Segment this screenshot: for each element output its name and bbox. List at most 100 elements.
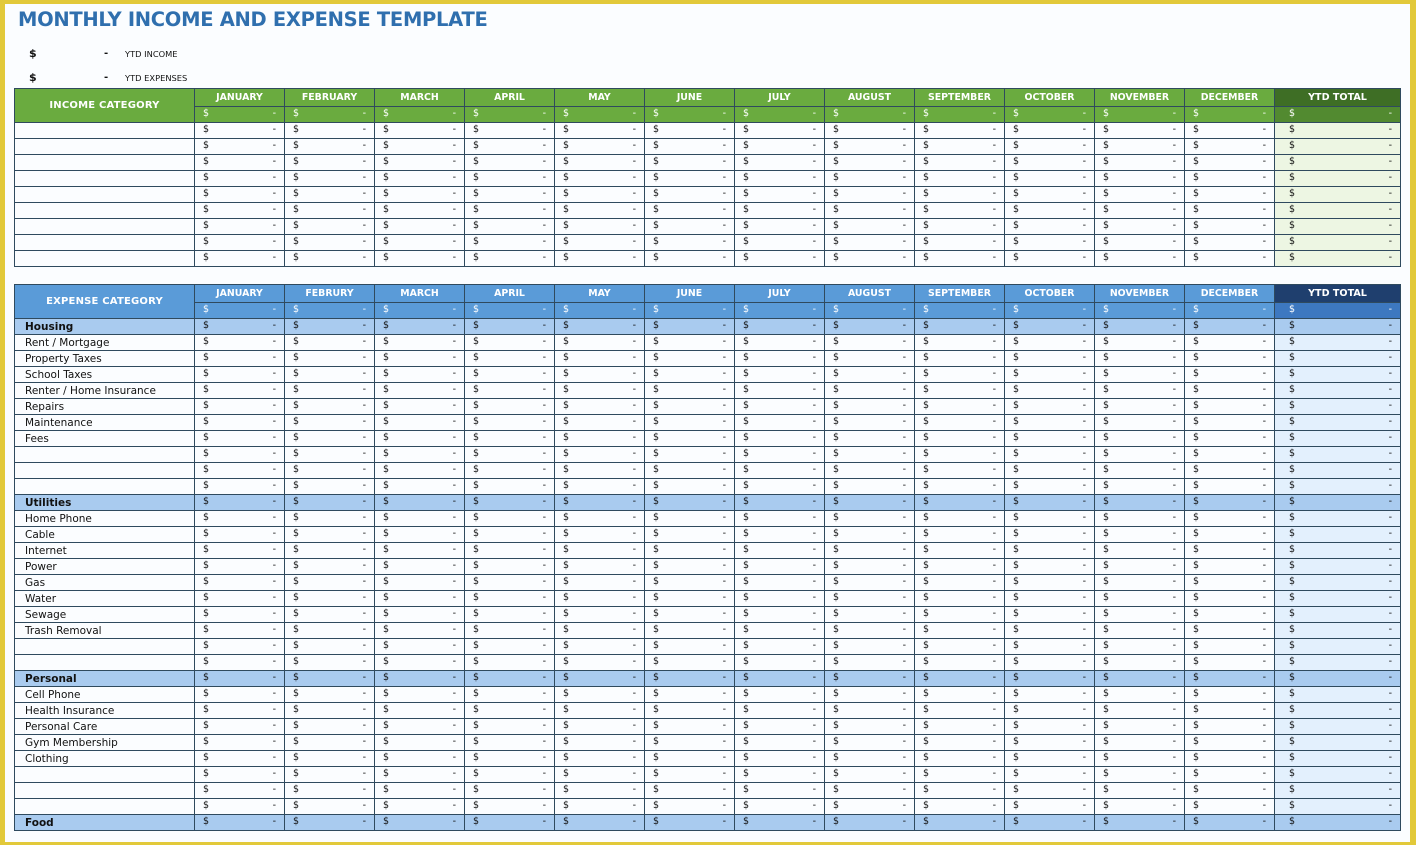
amount-cell[interactable]: $ - (554, 186, 645, 203)
category-label[interactable]: Personal Care (14, 718, 195, 735)
amount-cell[interactable]: $ - (374, 382, 465, 399)
amount-cell[interactable]: $ - (1094, 234, 1185, 251)
ytd-amount-cell[interactable]: $ - (1274, 542, 1401, 559)
amount-cell[interactable]: $ - (1184, 462, 1275, 479)
amount-cell[interactable]: $ - (374, 702, 465, 719)
amount-cell[interactable]: $ - (1004, 154, 1095, 171)
amount-cell[interactable]: $ - (1184, 414, 1275, 431)
amount-cell[interactable]: $ - (644, 766, 735, 783)
amount-cell[interactable]: $ - (824, 398, 915, 415)
amount-cell[interactable]: $ - (284, 250, 375, 267)
month-total-cell[interactable]: $ - (734, 302, 825, 319)
amount-cell[interactable]: $ - (1184, 638, 1275, 655)
amount-cell[interactable]: $ - (824, 122, 915, 139)
category-label[interactable] (14, 654, 195, 671)
amount-cell[interactable]: $ - (194, 414, 285, 431)
amount-cell[interactable]: $ - (284, 670, 375, 687)
amount-cell[interactable]: $ - (824, 186, 915, 203)
amount-cell[interactable]: $ - (914, 478, 1005, 495)
amount-cell[interactable]: $ - (194, 558, 285, 575)
amount-cell[interactable]: $ - (284, 218, 375, 235)
amount-cell[interactable]: $ - (374, 558, 465, 575)
ytd-amount-cell[interactable]: $ - (1274, 750, 1401, 767)
month-total-cell[interactable]: $ - (644, 106, 735, 123)
amount-cell[interactable]: $ - (1184, 398, 1275, 415)
ytd-amount-cell[interactable]: $ - (1274, 686, 1401, 703)
amount-cell[interactable]: $ - (824, 170, 915, 187)
ytd-amount-cell[interactable]: $ - (1274, 382, 1401, 399)
amount-cell[interactable]: $ - (194, 382, 285, 399)
amount-cell[interactable]: $ - (824, 526, 915, 543)
amount-cell[interactable]: $ - (824, 446, 915, 463)
amount-cell[interactable]: $ - (914, 462, 1005, 479)
amount-cell[interactable]: $ - (824, 138, 915, 155)
amount-cell[interactable]: $ - (1094, 334, 1185, 351)
amount-cell[interactable]: $ - (194, 766, 285, 783)
category-label[interactable] (14, 446, 195, 463)
amount-cell[interactable]: $ - (734, 202, 825, 219)
amount-cell[interactable]: $ - (1004, 186, 1095, 203)
amount-cell[interactable]: $ - (1004, 318, 1095, 335)
amount-cell[interactable]: $ - (374, 462, 465, 479)
category-label[interactable] (14, 462, 195, 479)
amount-cell[interactable]: $ - (1004, 654, 1095, 671)
amount-cell[interactable]: $ - (464, 750, 555, 767)
amount-cell[interactable]: $ - (374, 734, 465, 751)
amount-cell[interactable]: $ - (284, 334, 375, 351)
amount-cell[interactable]: $ - (734, 350, 825, 367)
amount-cell[interactable]: $ - (1184, 574, 1275, 591)
amount-cell[interactable]: $ - (1004, 202, 1095, 219)
amount-cell[interactable]: $ - (1184, 750, 1275, 767)
amount-cell[interactable]: $ - (374, 202, 465, 219)
amount-cell[interactable]: $ - (824, 350, 915, 367)
amount-cell[interactable]: $ - (554, 462, 645, 479)
category-label[interactable]: Clothing (14, 750, 195, 767)
amount-cell[interactable]: $ - (464, 334, 555, 351)
amount-cell[interactable]: $ - (374, 814, 465, 831)
amount-cell[interactable]: $ - (194, 718, 285, 735)
amount-cell[interactable]: $ - (1094, 170, 1185, 187)
amount-cell[interactable]: $ - (554, 202, 645, 219)
amount-cell[interactable]: $ - (734, 218, 825, 235)
amount-cell[interactable]: $ - (734, 462, 825, 479)
amount-cell[interactable]: $ - (644, 510, 735, 527)
month-total-cell[interactable]: $ - (284, 106, 375, 123)
ytd-amount-cell[interactable]: $ - (1274, 622, 1401, 639)
amount-cell[interactable]: $ - (554, 638, 645, 655)
amount-cell[interactable]: $ - (644, 318, 735, 335)
amount-cell[interactable]: $ - (194, 750, 285, 767)
amount-cell[interactable]: $ - (284, 590, 375, 607)
amount-cell[interactable]: $ - (914, 154, 1005, 171)
amount-cell[interactable]: $ - (914, 798, 1005, 815)
amount-cell[interactable]: $ - (1184, 430, 1275, 447)
amount-cell[interactable]: $ - (734, 782, 825, 799)
amount-cell[interactable]: $ - (554, 398, 645, 415)
ytd-amount-cell[interactable]: $ - (1274, 590, 1401, 607)
amount-cell[interactable]: $ - (734, 398, 825, 415)
amount-cell[interactable]: $ - (644, 462, 735, 479)
amount-cell[interactable]: $ - (194, 782, 285, 799)
amount-cell[interactable]: $ - (374, 250, 465, 267)
amount-cell[interactable]: $ - (464, 622, 555, 639)
amount-cell[interactable]: $ - (194, 510, 285, 527)
amount-cell[interactable]: $ - (644, 702, 735, 719)
amount-cell[interactable]: $ - (554, 430, 645, 447)
ytd-amount-cell[interactable]: $ - (1274, 138, 1401, 155)
category-label[interactable]: Internet (14, 542, 195, 559)
ytd-amount-cell[interactable]: $ - (1274, 574, 1401, 591)
amount-cell[interactable]: $ - (824, 318, 915, 335)
amount-cell[interactable]: $ - (1004, 542, 1095, 559)
amount-cell[interactable]: $ - (824, 494, 915, 511)
amount-cell[interactable]: $ - (1184, 478, 1275, 495)
amount-cell[interactable]: $ - (1004, 590, 1095, 607)
amount-cell[interactable]: $ - (734, 234, 825, 251)
amount-cell[interactable]: $ - (914, 750, 1005, 767)
amount-cell[interactable]: $ - (1094, 670, 1185, 687)
amount-cell[interactable]: $ - (464, 798, 555, 815)
ytd-total-cell[interactable]: $ - (1274, 302, 1401, 319)
amount-cell[interactable]: $ - (824, 334, 915, 351)
amount-cell[interactable]: $ - (914, 654, 1005, 671)
ytd-amount-cell[interactable]: $ - (1274, 202, 1401, 219)
amount-cell[interactable]: $ - (1094, 510, 1185, 527)
ytd-amount-cell[interactable]: $ - (1274, 526, 1401, 543)
